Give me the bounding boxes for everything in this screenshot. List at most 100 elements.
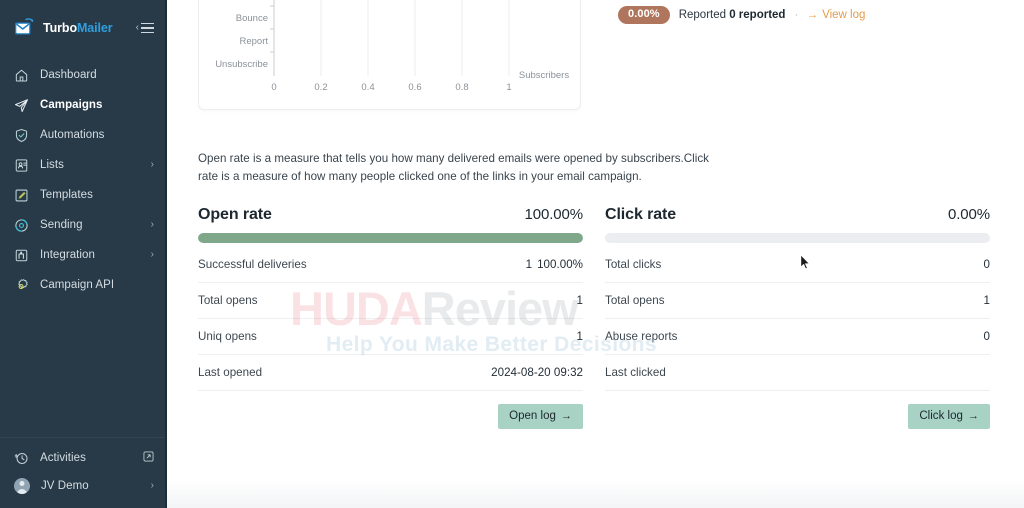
sidebar-item-user[interactable]: JV Demo › <box>0 472 165 500</box>
svg-text:1: 1 <box>506 82 511 93</box>
chart-inner: Bounce Report Unsubscribe 0 0.2 0.4 0.6 … <box>199 0 580 109</box>
row-key: Uniq opens <box>198 330 257 343</box>
row-value: 1 100.00% <box>526 258 583 271</box>
content-wrapper: Bounce Report Unsubscribe 0 0.2 0.4 0.6 … <box>167 0 1024 429</box>
brand-title: TurboMailer <box>43 21 113 35</box>
open-rate-progress-track <box>198 233 583 243</box>
row-key: Successful deliveries <box>198 258 307 271</box>
click-log-label: Click log <box>919 410 963 422</box>
list-users-icon <box>14 158 29 173</box>
envelope-icon <box>14 18 37 38</box>
sidebar-item-dashboard[interactable]: Dashboard <box>0 60 165 90</box>
sidebar-collapse-button[interactable]: ‹ <box>135 21 154 34</box>
open-rate-actions: Open log → <box>198 404 583 429</box>
sidebar-nav: Dashboard Campaigns Automations Lists › … <box>0 60 165 300</box>
sidebar-footer: Activities JV Demo › <box>0 437 165 508</box>
report-label-prefix: Reported <box>678 9 727 21</box>
click-rate-value: 0.00% <box>947 206 990 223</box>
row-value: 1 <box>984 294 990 307</box>
clock-history-icon <box>14 451 29 466</box>
row-value: 0 <box>984 330 990 343</box>
open-rate-header: Open rate 100.00% <box>198 206 583 233</box>
plug-icon <box>14 248 29 263</box>
chevron-right-icon: › <box>150 159 154 170</box>
table-row: Abuse reports 0 <box>605 319 990 355</box>
table-row: Total opens 1 <box>198 283 583 319</box>
sidebar-item-label: Campaign API <box>40 279 115 291</box>
subscribers-bar-chart: Bounce Report Unsubscribe 0 0.2 0.4 0.6 … <box>215 0 569 93</box>
home-icon <box>14 68 29 83</box>
svg-text:Bounce: Bounce <box>236 13 268 24</box>
pencil-square-icon <box>14 188 29 203</box>
sidebar-item-label: Campaigns <box>40 99 103 111</box>
sidebar-item-templates[interactable]: Templates <box>0 180 165 210</box>
sidebar-item-activities[interactable]: Activities <box>0 444 165 472</box>
sidebar-item-automations[interactable]: Automations <box>0 120 165 150</box>
sidebar-item-label: Automations <box>40 129 105 141</box>
table-row: Successful deliveries 1 100.00% <box>198 247 583 283</box>
open-rate-progress-fill <box>198 233 583 243</box>
row-value-main: 1 <box>525 258 533 271</box>
sidebar-item-label: JV Demo <box>41 480 89 492</box>
rates-description: Open rate is a measure that tells you ho… <box>198 152 709 183</box>
open-rate-title: Open rate <box>198 206 272 223</box>
report-label-strong: 0 reported <box>729 9 786 21</box>
row-value-main: 1 <box>576 330 583 343</box>
sidebar-item-label: Dashboard <box>40 69 97 81</box>
row-value-main: 0 <box>983 258 990 271</box>
chevron-left-icon: ‹ <box>135 21 139 33</box>
open-rate-rows: Successful deliveries 1 100.00% Total ope… <box>198 247 583 391</box>
svg-text:Unsubscribe: Unsubscribe <box>215 59 268 70</box>
sidebar-item-sending[interactable]: Sending › <box>0 210 165 240</box>
report-percent-badge: 0.00% <box>618 6 670 24</box>
svg-text:0.4: 0.4 <box>361 82 374 93</box>
open-log-button[interactable]: Open log → <box>498 404 583 429</box>
sidebar-item-lists[interactable]: Lists › <box>0 150 165 180</box>
separator-dot: · <box>794 9 799 21</box>
hamburger-icon <box>141 22 154 34</box>
table-row: Last clicked <box>605 355 990 391</box>
bottom-fade-band <box>167 480 1024 508</box>
sidebar: TurboMailer ‹ Dashboard Campaigns Automa… <box>0 0 167 508</box>
table-row: Total opens 1 <box>605 283 990 319</box>
open-rate-value: 100.00% <box>524 206 583 223</box>
sidebar-item-campaigns[interactable]: Campaigns <box>0 90 165 120</box>
arrow-right-icon: → <box>807 9 819 21</box>
row-value: 0 <box>984 258 990 271</box>
svg-text:0.2: 0.2 <box>314 82 327 93</box>
chevron-right-icon: › <box>150 480 154 491</box>
row-value-sub: 100.00% <box>537 258 583 271</box>
chevron-right-icon: › <box>150 219 154 230</box>
click-rate-header: Click rate 0.00% <box>605 206 990 233</box>
arrow-right-icon: → <box>560 410 572 422</box>
click-rate-title: Click rate <box>605 206 677 223</box>
click-rate-progress-track <box>605 233 990 243</box>
shield-check-icon <box>14 128 29 143</box>
row-key: Total clicks <box>605 258 662 271</box>
view-log-link[interactable]: → View log <box>807 9 865 21</box>
click-log-button[interactable]: Click log → <box>908 404 990 429</box>
row-value-main: 0 <box>983 330 990 343</box>
row-key: Last clicked <box>605 366 666 379</box>
sidebar-item-integration[interactable]: Integration › <box>0 240 165 270</box>
row-value-main: 1 <box>576 294 583 307</box>
table-row: Total clicks 0 <box>605 247 990 283</box>
report-label: Reported 0 reported <box>679 9 786 21</box>
chevron-right-icon: › <box>150 249 154 260</box>
sidebar-item-label: Integration <box>40 249 95 261</box>
svg-text:Report: Report <box>239 36 268 47</box>
report-status-row: 0.00% Reported 0 reported · → View log <box>618 6 865 24</box>
row-key: Total opens <box>605 294 665 307</box>
brand-title-part2: Mailer <box>76 21 113 35</box>
open-log-label: Open log <box>509 410 556 422</box>
row-key: Last opened <box>198 366 263 379</box>
svg-text:0.6: 0.6 <box>408 82 421 93</box>
sidebar-item-label: Sending <box>40 219 83 231</box>
view-log-label: View log <box>822 9 866 21</box>
subscribers-chart-card: Bounce Report Unsubscribe 0 0.2 0.4 0.6 … <box>198 0 581 110</box>
sidebar-item-label: Lists <box>40 159 64 171</box>
sidebar-item-campaign-api[interactable]: Campaign API <box>0 270 165 300</box>
refresh-circle-icon <box>14 218 29 233</box>
row-value: 1 <box>577 294 583 307</box>
